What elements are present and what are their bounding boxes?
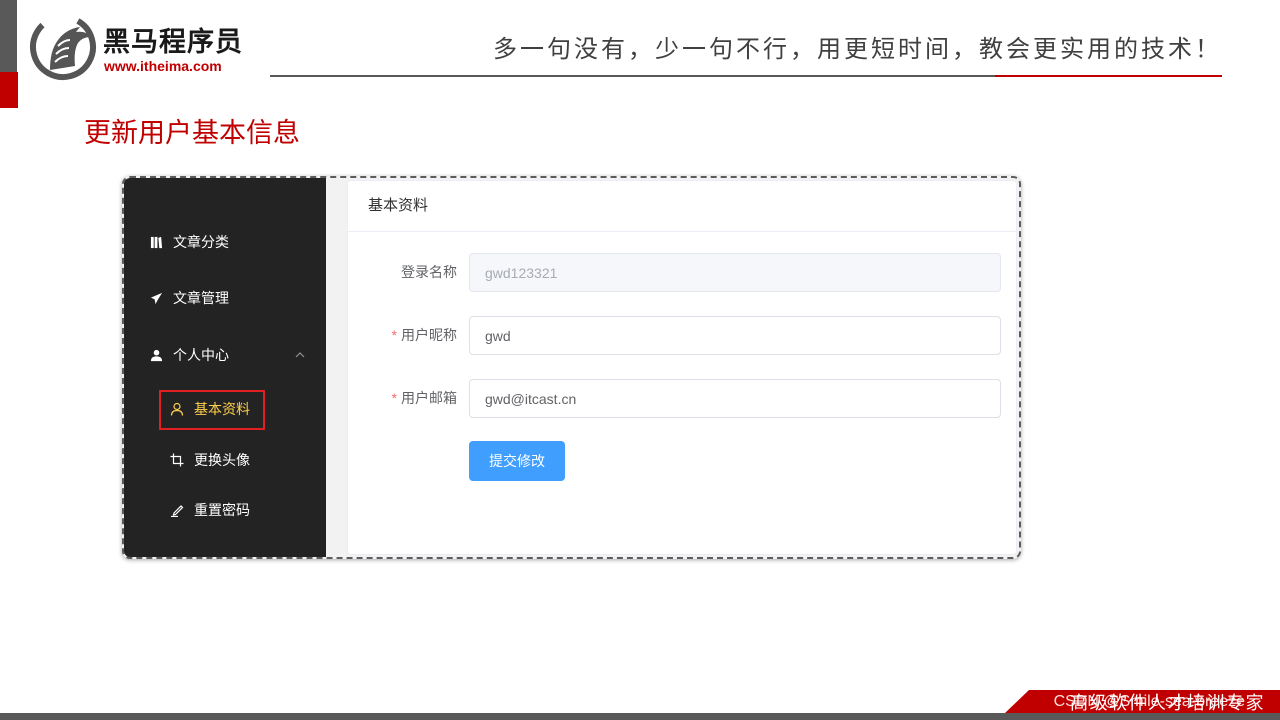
form-label-nickname: * 用户昵称 [357,315,457,355]
user-icon [149,348,163,362]
email-input[interactable] [469,379,1001,418]
sidebar-menu: 文章分类 文章管理 个人中心 基本资料 更换头像 重置密码 [124,178,326,557]
card-title: 基本资料 [348,181,1016,232]
sidebar-item-article-category[interactable]: 文章分类 [124,214,326,270]
sidebar-item-label: 文章分类 [173,234,229,250]
sidebar-subitem-label: 重置密码 [194,502,250,518]
sidebar-item-article-manage[interactable]: 文章管理 [124,270,326,326]
field-label: 用户邮箱 [401,390,457,406]
field-label: 登录名称 [401,264,457,280]
edit-icon [170,503,184,517]
horse-logo-icon [30,14,96,80]
header-divider [270,75,995,77]
highlight-box [159,390,265,430]
required-asterisk: * [391,390,397,406]
sidebar-item-label: 个人中心 [173,347,229,363]
required-asterisk: * [391,327,397,343]
slide-title: 更新用户基本信息 [84,118,300,148]
chevron-up-icon [295,352,305,358]
brand-name: 黑马程序员 [103,27,243,57]
paper-plane-icon [149,291,163,305]
form-label-login-name: 登录名称 [357,252,457,292]
slogan: 多一句没有，少一句不行，用更短时间，教会更实用的技术！ [493,35,1222,63]
main-area: 基本资料 登录名称 *用户昵称 *用户邮箱 提交修改 [326,178,1019,557]
field-label: 用户昵称 [401,327,457,343]
profile-card: 基本资料 登录名称 *用户昵称 *用户邮箱 提交修改 [347,180,1017,555]
header-divider-accent [995,75,1222,77]
sidebar-item-personal-center[interactable]: 个人中心 [124,327,326,383]
login-name-input [469,253,1001,292]
watermark: CSDN @Smile-sea-breeze [1053,693,1245,710]
sidebar-item-label: 文章管理 [173,290,229,306]
sidebar-subitem-change-avatar[interactable]: 更换头像 [124,435,326,485]
sidebar-subitem-reset-password[interactable]: 重置密码 [124,485,326,535]
submit-button[interactable]: 提交修改 [469,441,565,481]
form-label-email: * 用户邮箱 [357,378,457,418]
crop-icon [170,453,184,467]
nickname-input[interactable] [469,316,1001,355]
footer-bar [0,713,1280,720]
app-screenshot: 文章分类 文章管理 个人中心 基本资料 更换头像 重置密码 基本资料 登录名称 … [122,176,1021,559]
brand-url: www.itheima.com [104,58,222,74]
corner-gray-bar [0,0,17,72]
corner-red-bar [0,72,18,108]
sidebar-subitem-label: 更换头像 [194,452,250,468]
book-icon [149,235,163,249]
